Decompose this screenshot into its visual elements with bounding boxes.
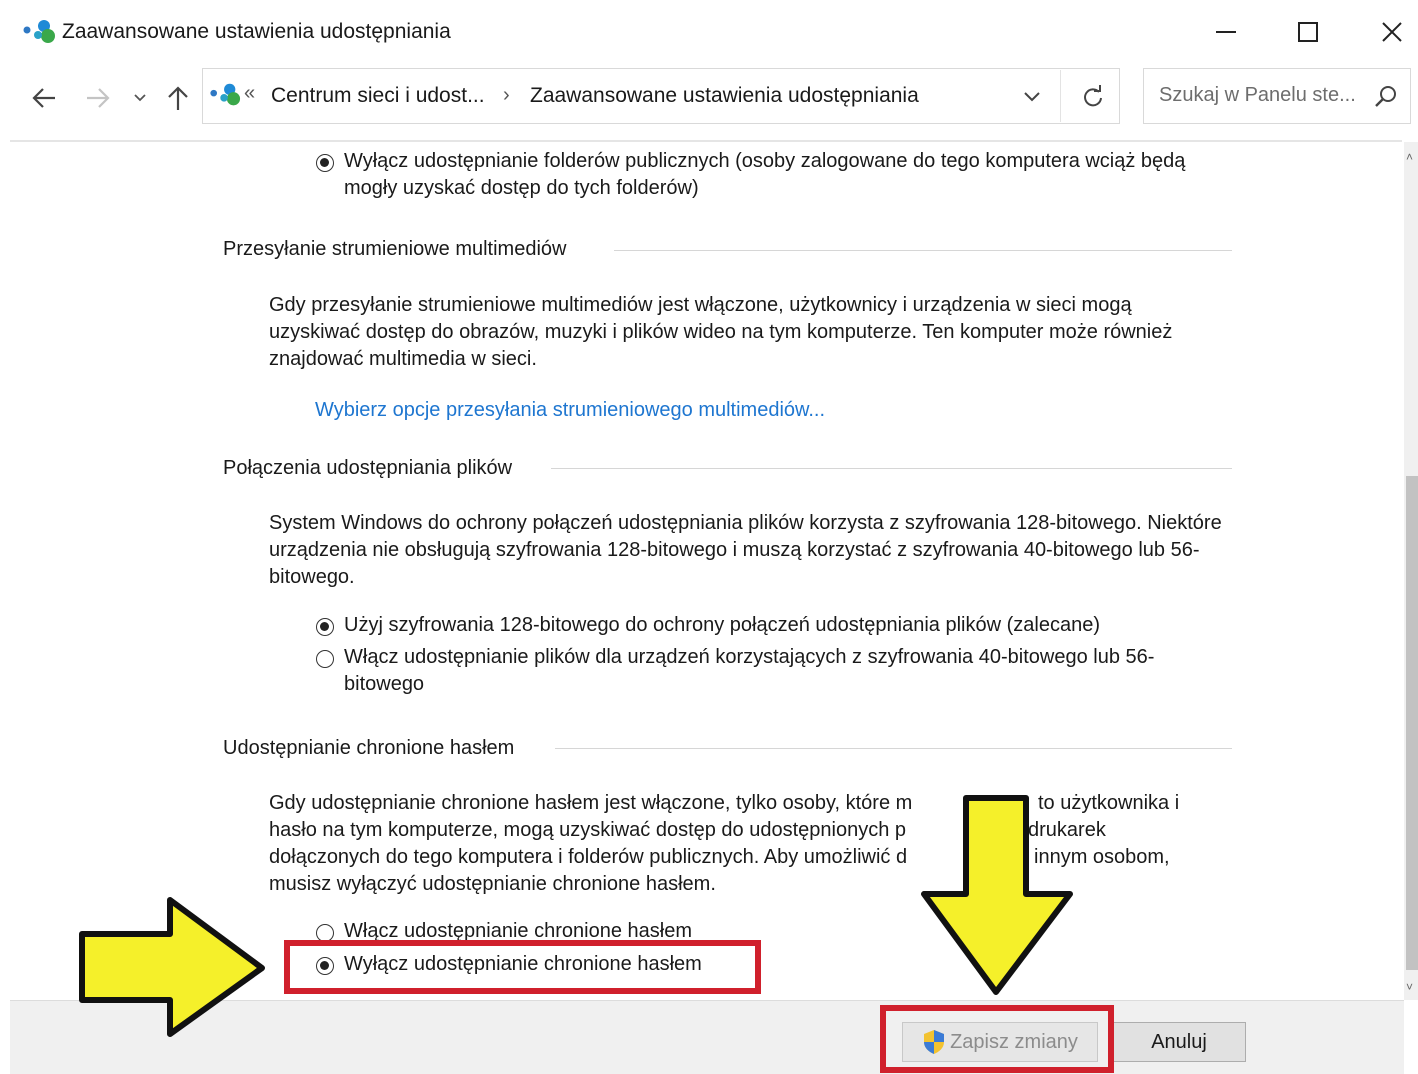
recent-locations-button[interactable]: [128, 78, 152, 118]
yellow-arrow-right-icon: [79, 897, 265, 1037]
chevron-down-icon: [134, 94, 146, 102]
scroll-down-icon[interactable]: ˅: [1406, 980, 1413, 994]
radio-encryption-128[interactable]: [316, 618, 334, 636]
radio-public-folders-off[interactable]: [316, 154, 334, 172]
file-sharing-description: System Windows do ochrony połączeń udost…: [269, 512, 1222, 588]
radio-encryption-40-56[interactable]: [316, 650, 334, 668]
network-icon: [210, 83, 241, 106]
settings-content: Wyłącz udostępnianie folderów publicznyc…: [0, 142, 1404, 1000]
highlight-box-save-button: [880, 1005, 1114, 1073]
minimize-button[interactable]: [1184, 0, 1268, 64]
password-description-line-1: Gdy udostępnianie chronione hasłem jest …: [269, 792, 913, 814]
media-streaming-description: Gdy przesyłanie strumieniowe multimediów…: [269, 294, 1173, 370]
title-bar: Zaawansowane ustawienia udostępniania: [0, 0, 1418, 64]
address-prefix[interactable]: «: [244, 82, 255, 105]
section-title-file-sharing: Połączenia udostępniania plików: [223, 457, 513, 479]
radio-label-encryption-128[interactable]: Użyj szyfrowania 128-bitowego do ochrony…: [344, 612, 1224, 639]
section-divider: [555, 748, 1232, 749]
radio-label-encryption-40-56[interactable]: Włącz udostępnianie plików dla urządzeń …: [344, 644, 1204, 698]
section-title-media-streaming: Przesyłanie strumieniowe multimediów: [223, 238, 567, 260]
close-icon: [1382, 22, 1402, 42]
section-divider: [614, 250, 1232, 251]
forward-button[interactable]: [80, 78, 116, 118]
address-divider: [1060, 70, 1061, 122]
password-description-line-2: hasło na tym komputerze, mogą uzyskiwać …: [269, 819, 907, 841]
forward-arrow-icon: [87, 88, 110, 108]
maximize-button[interactable]: [1266, 0, 1350, 64]
cancel-label: Anuluj: [1151, 1030, 1207, 1053]
refresh-icon[interactable]: [1078, 82, 1108, 112]
highlight-box-password-off: [284, 940, 761, 994]
search-icon[interactable]: [1373, 84, 1399, 110]
up-button[interactable]: [162, 78, 194, 118]
search-placeholder[interactable]: Szukaj w Panelu ste...: [1159, 84, 1356, 107]
breadcrumb-separator[interactable]: ›: [503, 84, 510, 107]
media-streaming-options-link[interactable]: Wybierz opcje przesyłania strumieniowego…: [315, 399, 825, 422]
password-description-line-4: musisz wyłączyć udostępnianie chronione …: [269, 873, 716, 895]
breadcrumb-advanced-sharing[interactable]: Zaawansowane ustawienia udostępniania: [530, 84, 919, 108]
breadcrumb-network-center[interactable]: Centrum sieci i udost...: [271, 84, 485, 108]
window-title: Zaawansowane ustawienia udostępniania: [62, 20, 451, 43]
close-button[interactable]: [1350, 0, 1418, 64]
yellow-arrow-down-icon: [921, 795, 1073, 995]
back-arrow-icon: [32, 88, 55, 108]
password-description-line-3: dołączonych do tego komputera i folderów…: [269, 846, 908, 868]
radio-label-public-folders-off[interactable]: Wyłącz udostępnianie folderów publicznyc…: [344, 148, 1224, 202]
maximize-icon: [1298, 22, 1318, 42]
cancel-button[interactable]: Anuluj: [1112, 1022, 1246, 1062]
section-title-password-protected: Udostępnianie chronione hasłem: [223, 737, 515, 759]
back-button[interactable]: [26, 78, 62, 118]
address-dropdown-icon[interactable]: [1020, 84, 1044, 108]
scroll-up-icon[interactable]: ˄: [1406, 150, 1413, 164]
minimize-icon: [1216, 31, 1236, 33]
up-arrow-icon: [168, 86, 188, 110]
section-divider: [551, 468, 1232, 469]
network-icon: [23, 20, 55, 43]
scrollbar-thumb[interactable]: [1406, 476, 1418, 970]
